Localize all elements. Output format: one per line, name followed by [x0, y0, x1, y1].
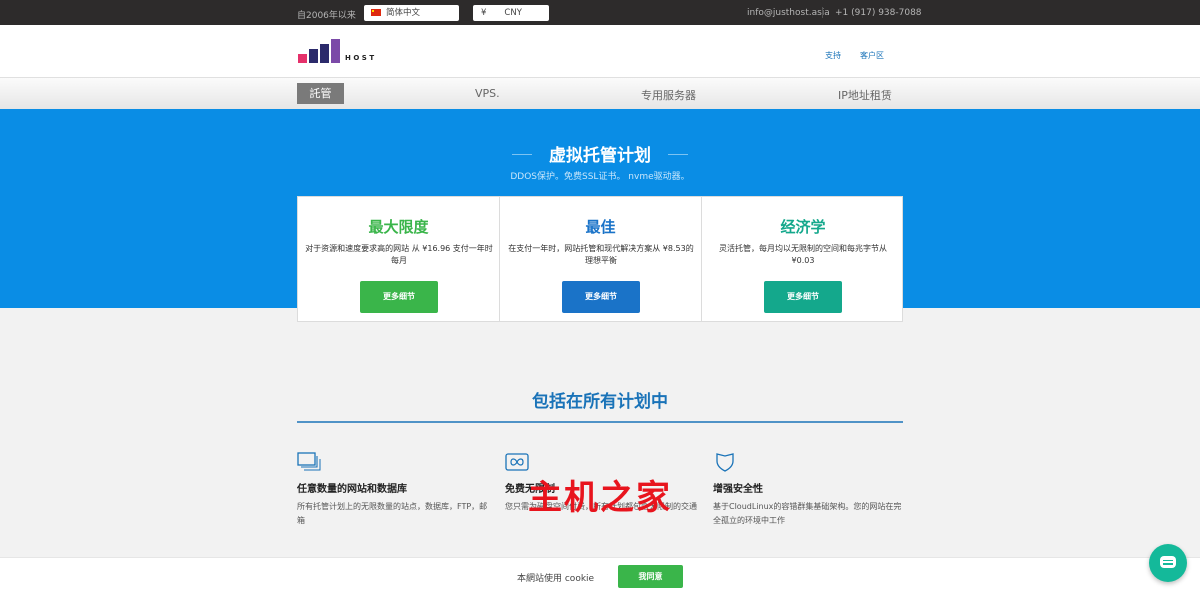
infinity-icon — [505, 453, 529, 471]
chat-bubble-icon — [1160, 556, 1176, 568]
plan-card-maximum: 最大限度 对于资源和速度要求高的网站 从 ¥16.96 支付一年时每月 更多细节 — [298, 197, 500, 321]
feature-title: 任意数量的网站和数据库 — [297, 484, 407, 495]
plan-details-button[interactable]: 更多细节 — [562, 281, 640, 313]
features-divider — [297, 421, 903, 423]
logo-word: HOST — [345, 54, 377, 62]
justhost-logo[interactable]: HOST — [298, 37, 388, 65]
client-area-link[interactable]: 客户区 — [860, 50, 884, 61]
site-header: HOST 支持 客户区 — [0, 25, 1200, 77]
plan-card-economy: 经济学 灵活托管，每月均以无限制的空间和每兆字节从 ¥0.03 更多细节 — [702, 197, 904, 321]
plan-description: 对于资源和速度要求高的网站 从 ¥16.96 支付一年时每月 — [305, 244, 493, 265]
chat-widget-button[interactable] — [1149, 544, 1187, 582]
contact-phone[interactable]: +1 (917) 938-7088 — [835, 8, 922, 18]
plan-name: 最佳 — [585, 218, 616, 236]
plans-panel: 最大限度 对于资源和速度要求高的网站 从 ¥16.96 支付一年时每月 更多细节… — [297, 196, 903, 322]
language-select[interactable]: 简体中文 — [364, 5, 459, 21]
title-decor-right — [668, 154, 688, 155]
logo-bar-j — [298, 54, 307, 63]
shield-icon — [716, 453, 734, 472]
plan-details-button[interactable]: 更多细节 — [360, 281, 438, 313]
plan-name: 最大限度 — [368, 218, 429, 236]
stacked-windows-icon — [297, 452, 321, 471]
china-flag-icon — [371, 9, 381, 16]
plan-description: 灵活托管，每月均以无限制的空间和每兆字节从 ¥0.03 — [719, 244, 887, 265]
plan-card-optimal: 最佳 在支付一年时，网站托管和现代解决方案从 ¥8.53的理想平衡 更多细节 — [500, 197, 702, 321]
logo-bar-u — [309, 49, 318, 63]
nav-item-dedicated-servers[interactable]: 专用服务器 — [641, 87, 696, 103]
hero-title: 虚拟托管计划 — [549, 146, 651, 166]
nav-item-ip-rental[interactable]: IP地址租赁 — [838, 87, 892, 103]
currency-label: CNY — [504, 8, 522, 18]
logo-bar-s — [320, 44, 329, 63]
plan-description: 在支付一年时，网站托管和现代解决方案从 ¥8.53的理想平衡 — [508, 244, 694, 265]
hero-subtitle: DDOS保护。免费SSL证书。 nvme驱动器。 — [510, 172, 690, 182]
currency-select[interactable]: ¥ CNY — [473, 5, 549, 21]
top-bar: 自2006年以来 简体中文 ¥ CNY info@justhost.asia +1… — [0, 0, 1200, 25]
logo-bar-t — [331, 39, 340, 63]
currency-symbol: ¥ — [481, 8, 487, 18]
feature-title: 增强安全性 — [713, 484, 763, 495]
features-title: 包括在所有计划中 — [532, 392, 668, 412]
support-link[interactable]: 支持 — [825, 50, 841, 61]
since-text: 自2006年以来 — [297, 11, 356, 21]
watermark-text: 主机之家 — [528, 478, 672, 518]
cookie-bar: 本網站使用 cookie 我同意 — [0, 557, 1200, 594]
contact-email[interactable]: info@justhost.asia — [747, 8, 830, 18]
feature-description: 基于CloudLinux的容错群集基础架构。您的网站在完全孤立的环境中工作 — [713, 502, 902, 525]
plan-details-button[interactable]: 更多细节 — [764, 281, 842, 313]
nav-item-vps[interactable]: VPS. — [475, 87, 500, 100]
plan-name: 经济学 — [780, 218, 826, 236]
feature-description: 所有托管计划上的无限数量的站点，数据库，FTP，邮箱 — [297, 502, 488, 525]
language-label: 简体中文 — [386, 8, 421, 18]
nav-item-hosting[interactable]: 託管 — [297, 83, 344, 104]
divider — [822, 7, 823, 18]
cookie-accept-button[interactable]: 我同意 — [618, 565, 683, 588]
main-nav: 託管 VPS. 专用服务器 IP地址租赁 — [0, 77, 1200, 109]
cookie-text: 本網站使用 cookie — [517, 574, 595, 584]
